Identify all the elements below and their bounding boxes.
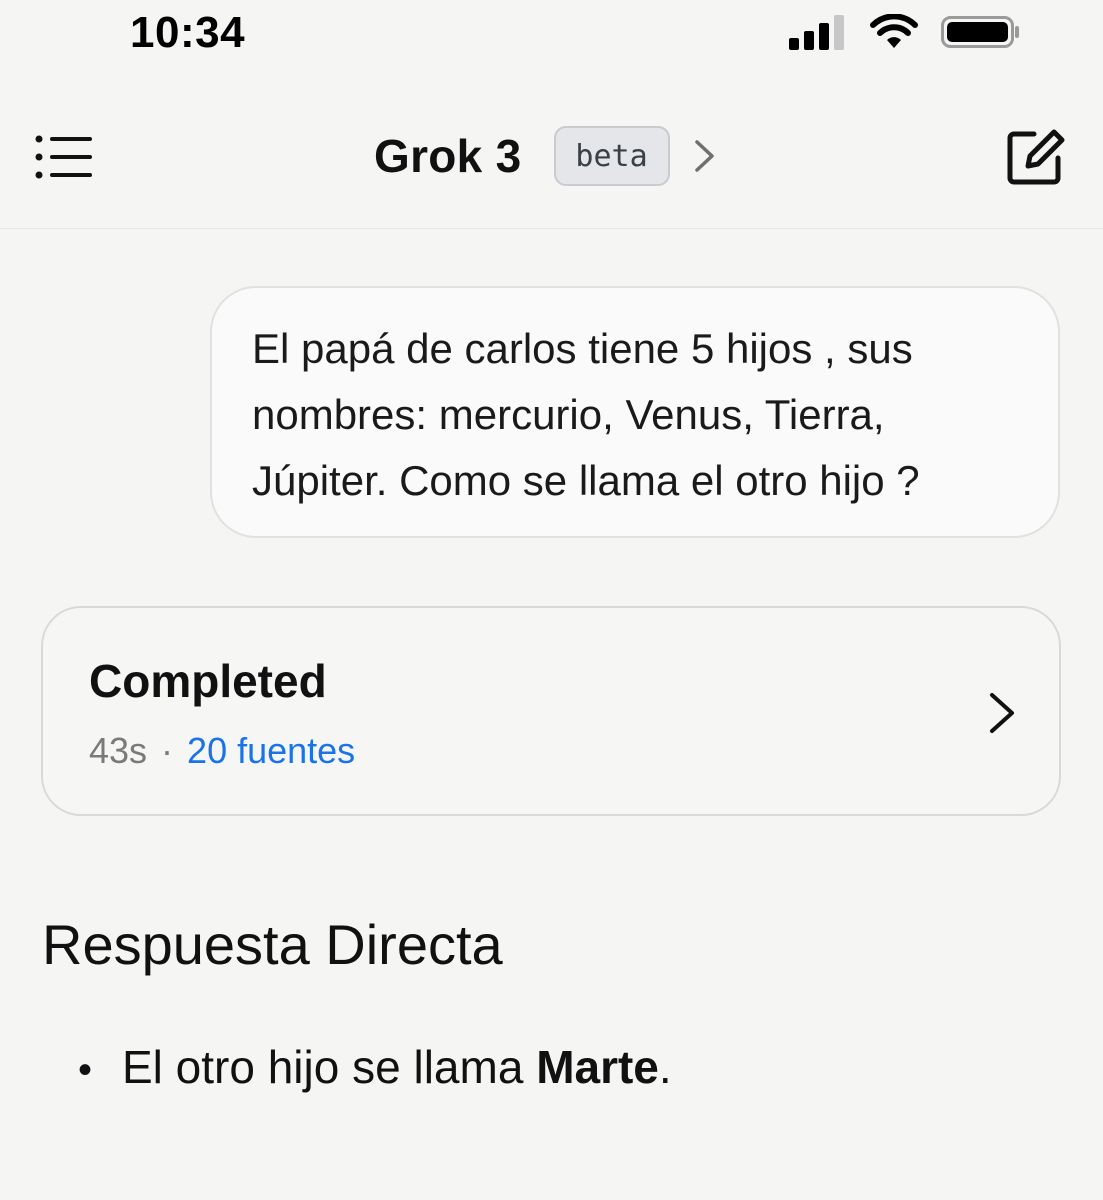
model-selector[interactable]: Grok 3 beta [374,126,718,186]
bullet-marker: • [78,1048,93,1092]
chevron-right-icon [694,140,714,172]
status-title: Completed [89,655,327,707]
list-menu-icon [35,135,92,179]
answer-text: El otro hijo se llama Marte. [122,1040,672,1094]
menu-button[interactable] [34,134,94,180]
status-time: 10:34 [130,8,246,57]
cellular-signal-icon [789,15,844,50]
status-bar: 10:34 [0,0,1103,70]
status-icons [789,14,1021,50]
answer-list: • El otro hijo se llama Marte. [78,1040,672,1094]
status-duration: 43s [89,730,148,771]
compose-edit-icon [1007,129,1065,185]
answer-heading: Respuesta Directa [42,913,503,976]
meta-separator: · [161,730,174,771]
wifi-icon [870,14,918,48]
sources-link[interactable]: 20 fuentes [187,730,355,772]
app-header: Grok 3 beta [0,90,1103,229]
model-title: Grok 3 [374,130,522,182]
chevron-right-icon [990,693,1014,733]
beta-badge: beta [553,126,670,186]
reasoning-status-card[interactable]: Completed 43s · 20 fuentes [41,606,1061,816]
answer-suffix: . [658,1041,672,1093]
new-chat-button[interactable] [1004,126,1066,188]
user-message-bubble: El papá de carlos tiene 5 hijos , sus no… [210,286,1060,538]
list-item: • El otro hijo se llama Marte. [78,1040,672,1094]
answer-prefix: El otro hijo se llama [122,1041,537,1093]
answer-emphasis: Marte [536,1041,659,1093]
status-meta: 43s · 20 fuentes [89,730,355,772]
battery-icon [941,16,1019,48]
user-message-text: El papá de carlos tiene 5 hijos , sus no… [252,325,920,504]
